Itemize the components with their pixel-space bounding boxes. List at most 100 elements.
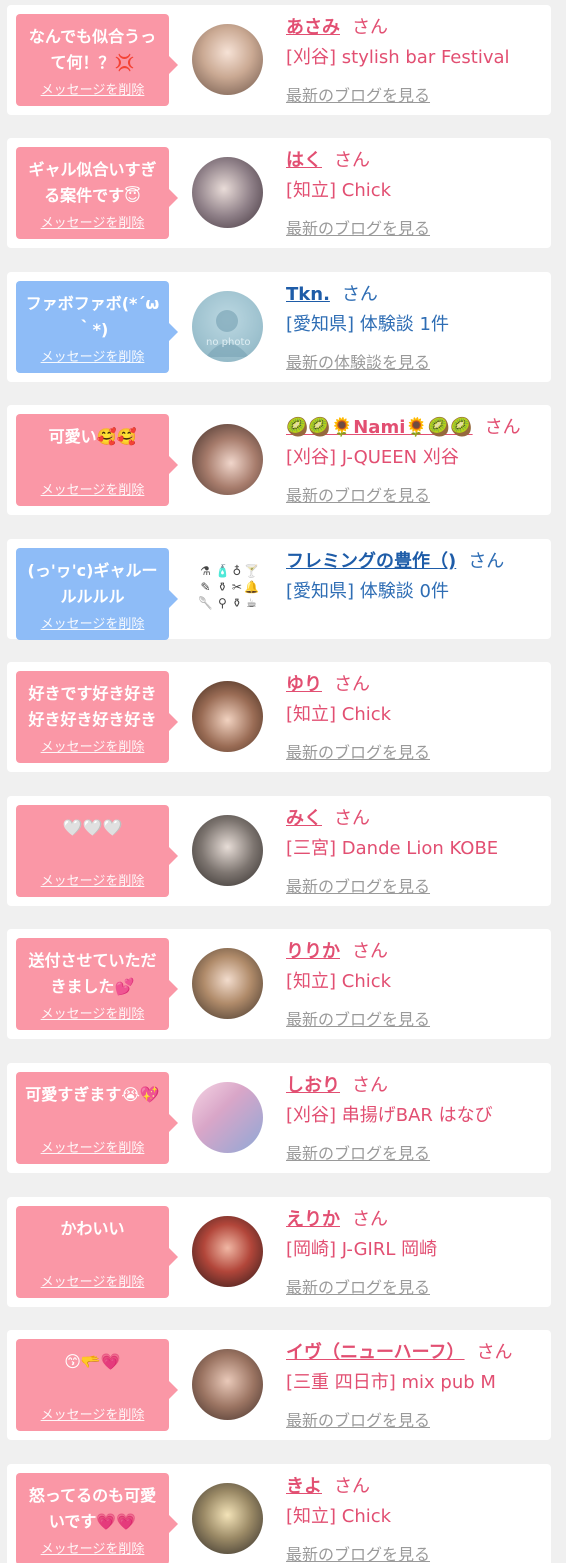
message-text: 怒ってるのも可愛いです💗💗 bbox=[28, 1486, 157, 1531]
latest-post-link[interactable]: 最新のブログを見る bbox=[286, 1274, 430, 1298]
latest-post-link[interactable]: 最新のブログを見る bbox=[286, 1140, 430, 1164]
photo-avatar[interactable] bbox=[192, 1483, 263, 1554]
latest-post-link[interactable]: 最新のブログを見る bbox=[286, 482, 430, 506]
latest-post-link[interactable]: 最新のブログを見る bbox=[286, 873, 430, 897]
message-text: かわいい bbox=[60, 1219, 125, 1238]
shop-info: [三重 四日市] mix pub M bbox=[286, 1372, 496, 1393]
shop-info: [三宮] Dande Lion KOBE bbox=[286, 838, 499, 859]
user-name-link[interactable]: Tkn. bbox=[286, 284, 330, 305]
delete-message-link[interactable]: メッセージを削除 bbox=[16, 1538, 169, 1557]
shop-info: [刈谷] J-QUEEN 刈谷 bbox=[286, 447, 459, 468]
message-card: ファボファボ(*´ω｀*) メッセージを削除 no photo Tkn. さん [愛知県]… bbox=[7, 272, 551, 382]
shop-info: [刈谷] 串揚げBAR はなび bbox=[286, 1105, 493, 1126]
shop-info: [知立] Chick bbox=[286, 704, 392, 725]
message-card: (っ'ヮ'c)ギャルールルルル メッセージを削除 ⚗ 🧴 ♁ 🍸 ✎ ⚱ ✂ 🔔 🥄 ⚲ ⚱ ☕ フレミング… bbox=[7, 539, 551, 640]
delete-message-link[interactable]: メッセージを削除 bbox=[16, 870, 169, 889]
delete-message-link[interactable]: メッセージを削除 bbox=[16, 212, 169, 231]
message-bubble: 好きです好き好き好き好き好き好き好メッセージを削除 bbox=[16, 671, 178, 763]
user-name-link[interactable]: しおり bbox=[286, 1075, 340, 1096]
latest-post-link[interactable]: 最新のブログを見る bbox=[286, 1407, 430, 1431]
delete-message-link[interactable]: メッセージを削除 bbox=[16, 1003, 169, 1022]
message-card: 可愛い🥰🥰 メッセージを削除 🥝🥝🌻Nami🌻🥝🥝 さん [刈谷] J-QUEEN 刈谷… bbox=[7, 405, 551, 515]
shop-info: [愛知県] 体験談 0件 bbox=[286, 581, 449, 602]
message-text: 好きです好き好き好き好き好き好き好 bbox=[28, 684, 157, 729]
delete-message-link[interactable]: メッセージを削除 bbox=[16, 1404, 169, 1423]
message-text: 可愛い🥰🥰 bbox=[48, 427, 137, 446]
message-bubble: 怒ってるのも可愛いです💗💗 メッセージを削除 bbox=[16, 1473, 178, 1563]
user-name-link[interactable]: みく bbox=[286, 808, 322, 829]
shop-info: [知立] Chick bbox=[286, 180, 392, 201]
latest-post-link[interactable]: 最新のブログを見る bbox=[286, 1006, 430, 1030]
user-name-row: 🥝🥝🌻Nami🌻🥝🥝 さん bbox=[286, 413, 543, 439]
message-text: 送付させていただきました💕 bbox=[28, 951, 157, 996]
honorific-suffix: さん bbox=[476, 1342, 513, 1363]
message-bubble: かわいいメッセージを削除 bbox=[16, 1206, 178, 1298]
honorific-suffix: さん bbox=[352, 941, 388, 962]
latest-post-link[interactable]: 最新のブログを見る bbox=[286, 215, 430, 239]
user-name-row: あさみ さん bbox=[286, 13, 543, 39]
delete-message-link[interactable]: メッセージを削除 bbox=[16, 479, 169, 498]
no-photo-avatar[interactable]: no photo bbox=[192, 291, 263, 362]
message-text: ファボファボ(*´ω｀*) bbox=[25, 294, 160, 339]
photo-avatar[interactable] bbox=[192, 1082, 263, 1153]
photo-avatar[interactable] bbox=[192, 815, 263, 886]
latest-post-link[interactable]: 最新のブログを見る bbox=[286, 1541, 430, 1563]
honorific-suffix: さん bbox=[468, 551, 505, 572]
message-card: 😙🫳💗 メッセージを削除 イヴ（ニューハーフ） さん [三重 四日市] mix pub … bbox=[7, 1330, 551, 1440]
delete-message-link[interactable]: メッセージを削除 bbox=[16, 1137, 169, 1156]
latest-post-link[interactable]: 最新のブログを見る bbox=[286, 739, 430, 763]
delete-message-link[interactable]: メッセージを削除 bbox=[16, 736, 169, 755]
photo-avatar[interactable] bbox=[192, 1216, 263, 1287]
message-bubble: 😙🫳💗 メッセージを削除 bbox=[16, 1339, 178, 1431]
user-name-row: えりか さん bbox=[286, 1205, 543, 1231]
user-name-link[interactable]: イヴ（ニューハーフ） bbox=[286, 1342, 465, 1363]
user-name-link[interactable]: りりか bbox=[286, 941, 340, 962]
photo-avatar[interactable] bbox=[192, 1349, 263, 1420]
user-name-link[interactable]: あさみ bbox=[286, 17, 340, 38]
honorific-suffix: さん bbox=[334, 808, 370, 829]
message-list: なんでも似合うって何！？💢 メッセージを削除 あさみ さん [刈谷] stylish b… bbox=[0, 0, 566, 1563]
delete-message-link[interactable]: メッセージを削除 bbox=[16, 1271, 169, 1290]
honorific-suffix: さん bbox=[341, 284, 378, 305]
user-name-link[interactable]: ゆり bbox=[286, 674, 322, 695]
message-text: (っ'ヮ'c)ギャルールルルル bbox=[27, 561, 158, 606]
honorific-suffix: さん bbox=[352, 1075, 388, 1096]
latest-post-link[interactable]: 最新の体験談を見る bbox=[286, 349, 430, 373]
delete-message-link[interactable]: メッセージを削除 bbox=[16, 79, 169, 98]
user-name-link[interactable]: きよ bbox=[286, 1476, 322, 1497]
shop-info: [知立] Chick bbox=[286, 971, 392, 992]
delete-message-link[interactable]: メッセージを削除 bbox=[16, 346, 169, 365]
user-name-row: はく さん bbox=[286, 146, 543, 172]
honorific-suffix: さん bbox=[352, 1209, 388, 1230]
user-name-row: ゆり さん bbox=[286, 670, 543, 696]
photo-avatar[interactable] bbox=[192, 157, 263, 228]
message-text: なんでも似合うって何！？💢 bbox=[28, 27, 157, 72]
user-name-link[interactable]: えりか bbox=[286, 1209, 340, 1230]
message-card: 送付させていただきました💕 メッセージを削除 りりか さん [知立] Chick 最新のブ… bbox=[7, 929, 551, 1039]
message-card: なんでも似合うって何！？💢 メッセージを削除 あさみ さん [刈谷] stylish b… bbox=[7, 5, 551, 115]
message-bubble: なんでも似合うって何！？💢 メッセージを削除 bbox=[16, 14, 178, 106]
delete-message-link[interactable]: メッセージを削除 bbox=[16, 613, 169, 632]
user-name-row: Tkn. さん bbox=[286, 280, 543, 306]
user-name-link[interactable]: フレミングの豊作（) bbox=[286, 551, 456, 572]
user-name-row: きよ さん bbox=[286, 1472, 543, 1498]
photo-avatar[interactable] bbox=[192, 424, 263, 495]
photo-avatar[interactable] bbox=[192, 24, 263, 95]
photo-avatar[interactable] bbox=[192, 681, 263, 752]
message-card: 🤍🤍🤍 メッセージを削除 みく さん [三宮] Dande Lion KOBE 最新のブロ… bbox=[7, 796, 551, 906]
user-name-row: みく さん bbox=[286, 804, 543, 830]
message-card: かわいい メッセージを削除 えりか さん [岡崎] J-GIRL 岡崎 最新のブログを見る bbox=[7, 1197, 551, 1307]
message-card: 可愛すぎます😭💖 メッセージを削除 しおり さん [刈谷] 串揚げBAR はなび 最新のブ… bbox=[7, 1063, 551, 1173]
message-bubble: ファボファボ(*´ω｀*) メッセージを削除 bbox=[16, 281, 178, 373]
honorific-suffix: さん bbox=[334, 674, 370, 695]
user-name-link[interactable]: はく bbox=[286, 150, 322, 171]
user-name-link[interactable]: 🥝🥝🌻Nami🌻🥝🥝 bbox=[286, 417, 473, 438]
message-bubble: 可愛い🥰🥰 メッセージを削除 bbox=[16, 414, 178, 506]
icon-grid-avatar[interactable]: ⚗ 🧴 ♁ 🍸 ✎ ⚱ ✂ 🔔 🥄 ⚲ ⚱ ☕ bbox=[192, 558, 263, 629]
message-bubble: (っ'ヮ'c)ギャルールルルルメッセージを削除 bbox=[16, 548, 178, 640]
user-name-row: イヴ（ニューハーフ） さん bbox=[286, 1338, 543, 1364]
photo-avatar[interactable] bbox=[192, 948, 263, 1019]
user-name-row: フレミングの豊作（) さん bbox=[286, 547, 543, 573]
latest-post-link[interactable]: 最新のブログを見る bbox=[286, 82, 430, 106]
shop-info: [知立] Chick bbox=[286, 1506, 392, 1527]
